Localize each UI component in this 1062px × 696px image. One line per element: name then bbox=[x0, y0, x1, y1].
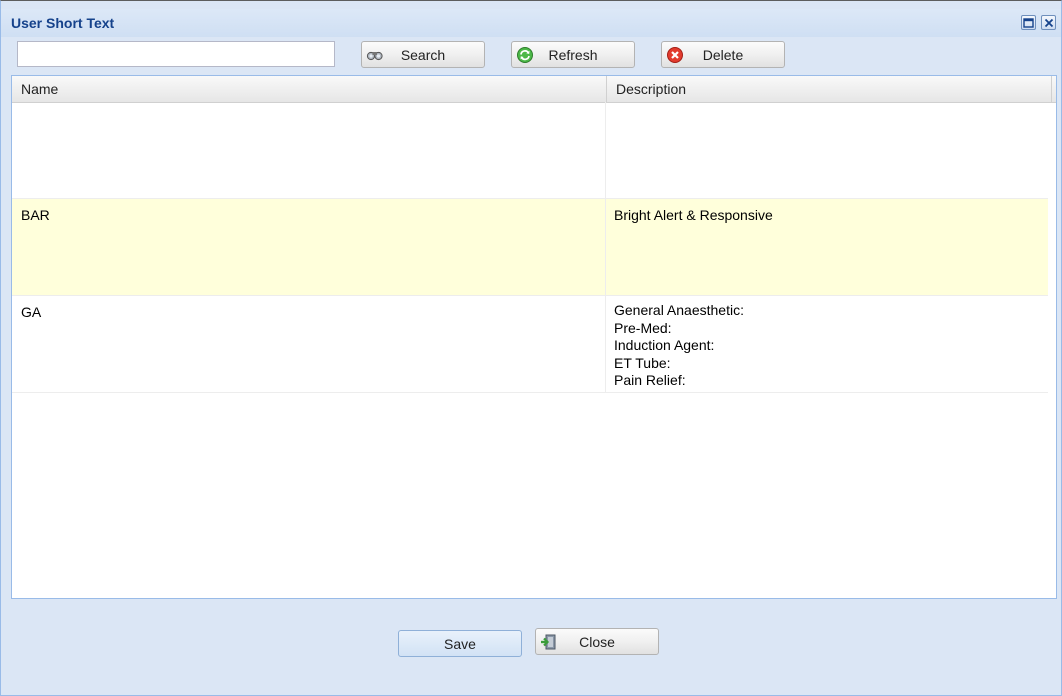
window-title: User Short Text bbox=[11, 15, 115, 31]
refresh-icon bbox=[516, 46, 534, 64]
maximize-icon[interactable] bbox=[1021, 15, 1036, 30]
column-header-name[interactable]: Name bbox=[12, 76, 607, 102]
save-button[interactable]: Save bbox=[398, 630, 522, 657]
exit-door-icon bbox=[540, 633, 558, 651]
save-button-label: Save bbox=[444, 635, 476, 652]
window-titlebar[interactable]: User Short Text bbox=[1, 9, 1061, 37]
search-button[interactable]: Search bbox=[361, 41, 485, 68]
toolbar: Search Refresh Delete bbox=[1, 37, 1061, 75]
footer: Save Close bbox=[1, 599, 1061, 695]
column-header-description[interactable]: Description bbox=[607, 76, 1052, 102]
refresh-button[interactable]: Refresh bbox=[511, 41, 635, 68]
table-row[interactable]: GA General Anaesthetic: Pre-Med: Inducti… bbox=[12, 296, 1048, 393]
close-icon[interactable] bbox=[1041, 15, 1056, 30]
grid-header: Name Description bbox=[12, 76, 1056, 103]
user-short-text-window: User Short Text Search Refresh Delete Na… bbox=[0, 0, 1062, 696]
table-row[interactable]: BAR Bright Alert & Responsive bbox=[12, 199, 1048, 296]
close-button[interactable]: Close bbox=[535, 628, 659, 655]
binoculars-icon bbox=[366, 46, 384, 64]
description-cell: General Anaesthetic: Pre-Med: Induction … bbox=[614, 302, 744, 388]
table-row[interactable] bbox=[12, 102, 1048, 199]
search-input[interactable] bbox=[17, 41, 335, 67]
name-cell: BAR bbox=[12, 199, 606, 295]
description-cell: Bright Alert & Responsive bbox=[614, 207, 773, 223]
name-cell bbox=[12, 102, 606, 198]
name-cell: GA bbox=[12, 296, 606, 392]
description-cell bbox=[606, 102, 1048, 198]
short-text-grid: Name Description BAR Bright Alert & Resp… bbox=[11, 75, 1057, 599]
delete-icon bbox=[666, 46, 684, 64]
delete-button[interactable]: Delete bbox=[661, 41, 785, 68]
